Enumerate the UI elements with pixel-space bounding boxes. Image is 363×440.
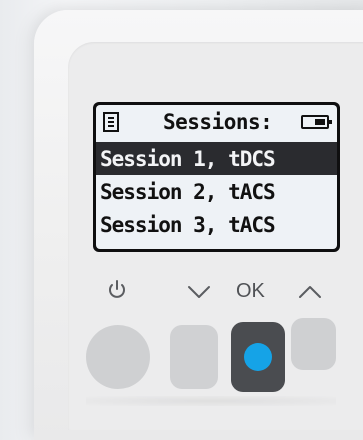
down-button[interactable] — [170, 325, 218, 389]
chevron-up-icon — [299, 286, 321, 298]
lcd-display: Sessions: Session 1, tDCS Session 2, tAC… — [96, 105, 337, 249]
ok-button[interactable] — [231, 322, 285, 392]
session-list: Session 1, tDCS Session 2, tACS Session … — [96, 142, 337, 241]
screen-header: Sessions: — [96, 105, 337, 142]
chevron-down-icon — [188, 286, 210, 298]
button-labels: OK — [95, 279, 345, 309]
battery-level-fill — [315, 119, 325, 125]
power-button[interactable] — [86, 325, 150, 389]
ok-indicator-dot — [244, 343, 272, 371]
menu-icon — [103, 112, 119, 132]
power-icon — [109, 280, 125, 298]
display-screen: Sessions: Session 1, tDCS Session 2, tAC… — [93, 102, 340, 252]
session-item-1[interactable]: Session 1, tDCS — [96, 142, 337, 175]
up-button[interactable] — [291, 318, 336, 370]
battery-icon — [301, 115, 332, 129]
session-item-3[interactable]: Session 3, tACS — [96, 208, 337, 241]
session-item-2[interactable]: Session 2, tACS — [96, 175, 337, 208]
screen-title: Sessions: — [163, 110, 273, 134]
button-shadow — [86, 396, 336, 406]
ok-label: OK — [236, 280, 265, 302]
